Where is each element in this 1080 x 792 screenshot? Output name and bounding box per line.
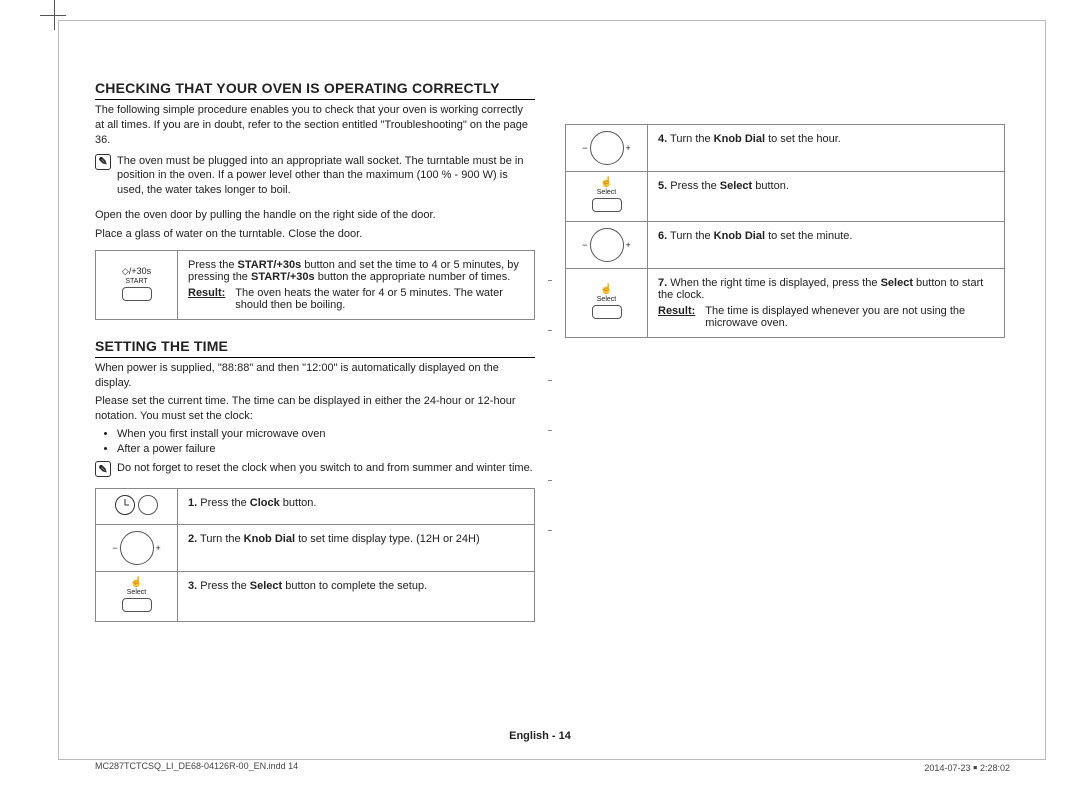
procedure-text-cell: Press the START/+30s button and set the … (178, 250, 535, 319)
instruction-text: Place a glass of water on the turntable.… (95, 227, 535, 242)
clock-icon (115, 495, 135, 515)
note-row: The oven must be plugged into an appropr… (95, 154, 535, 203)
select-label: Select (570, 296, 643, 303)
button-outline-icon (122, 287, 152, 301)
button-outline-icon (592, 305, 622, 319)
clock-icon-cell (96, 488, 178, 524)
step-text: 7. When the right time is displayed, pre… (648, 269, 1005, 338)
result-text: The oven heats the water for 4 or 5 minu… (235, 287, 524, 311)
knob-dial-icon (120, 531, 154, 565)
steps-table-left: 1. Press the Clock button. −+ 2. Turn th… (95, 488, 535, 622)
page-content: CHECKING THAT YOUR OVEN IS OPERATING COR… (95, 80, 1005, 634)
note-text: The oven must be plugged into an appropr… (117, 154, 535, 199)
result-label: Result: (188, 287, 225, 311)
button-outline-icon (592, 198, 622, 212)
circle-icon (138, 495, 158, 515)
intro-text: The following simple procedure enables y… (95, 103, 535, 148)
select-icon-cell: ☝ Select (566, 172, 648, 222)
section-heading-time: SETTING THE TIME (95, 338, 535, 358)
section-heading-checking: CHECKING THAT YOUR OVEN IS OPERATING COR… (95, 80, 535, 100)
right-column: −+ 4. Turn the Knob Dial to set the hour… (565, 80, 1005, 634)
step-text: 4. Turn the Knob Dial to set the hour. (648, 125, 1005, 172)
list-item: When you first install your microwave ov… (117, 428, 535, 440)
result-label: Result: (658, 305, 695, 329)
select-label: Select (570, 189, 643, 196)
bullet-list: When you first install your microwave ov… (117, 428, 535, 455)
page-footer: English - 14 (0, 730, 1080, 742)
step-text: 1. Press the Clock button. (178, 488, 535, 524)
start-icon-label: /+30s (129, 266, 151, 276)
step-text: 6. Turn the Knob Dial to set the minute. (648, 222, 1005, 269)
intro-text: Please set the current time. The time ca… (95, 394, 535, 424)
knob-dial-icon (590, 228, 624, 262)
note-text: Do not forget to reset the clock when yo… (117, 461, 533, 476)
knob-dial-icon (590, 131, 624, 165)
list-item: After a power failure (117, 443, 535, 455)
knob-icon-cell: −+ (96, 524, 178, 571)
intro-text: When power is supplied, "88:88" and then… (95, 361, 535, 391)
step-text: 5. Press the Select button. (648, 172, 1005, 222)
hand-icon: ☝ (100, 578, 173, 588)
knob-icon-cell: −+ (566, 125, 648, 172)
select-label: Select (100, 589, 173, 596)
note-icon (95, 154, 111, 170)
left-column: CHECKING THAT YOUR OVEN IS OPERATING COR… (95, 80, 535, 634)
note-icon (95, 461, 111, 477)
start-icon-cell: ◇/+30s START (96, 250, 178, 319)
note-row: Do not forget to reset the clock when yo… (95, 461, 535, 480)
steps-table-right: −+ 4. Turn the Knob Dial to set the hour… (565, 124, 1005, 338)
step-text: 3. Press the Select button to complete t… (178, 571, 535, 621)
procedure-table: ◇/+30s START Press the START/+30s button… (95, 250, 535, 320)
hand-icon: ☝ (570, 178, 643, 188)
hand-icon: ☝ (570, 285, 643, 295)
instruction-text: Open the oven door by pulling the handle… (95, 208, 535, 223)
knob-icon-cell: −+ (566, 222, 648, 269)
select-icon-cell: ☝ Select (96, 571, 178, 621)
start-label: START (100, 278, 173, 285)
result-text: The time is displayed whenever you are n… (705, 305, 994, 329)
button-outline-icon (122, 598, 152, 612)
select-icon-cell: ☝ Select (566, 269, 648, 338)
imprint-bar: MC287TCTCSQ_LI_DE68-04126R-00_EN.indd 14… (95, 761, 1010, 774)
imprint-right: 2014-07-23 ￭ 2:28:02 (924, 761, 1010, 774)
step-text: 2. Turn the Knob Dial to set time displa… (178, 524, 535, 571)
imprint-left: MC287TCTCSQ_LI_DE68-04126R-00_EN.indd 14 (95, 761, 298, 774)
